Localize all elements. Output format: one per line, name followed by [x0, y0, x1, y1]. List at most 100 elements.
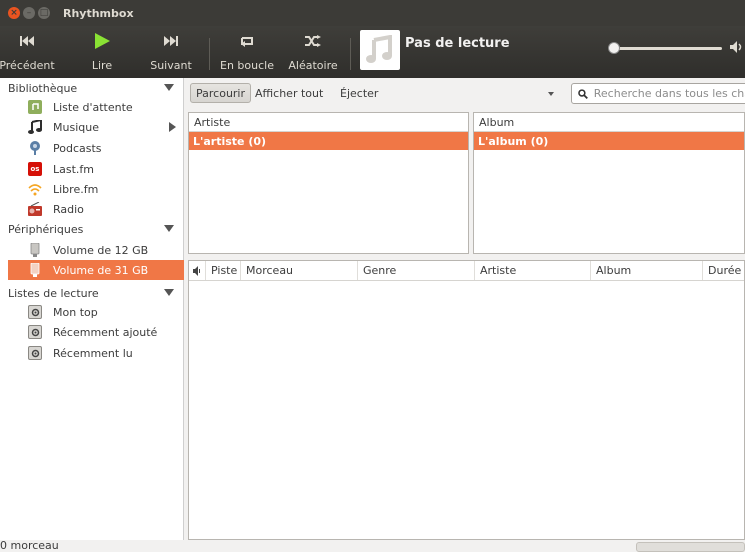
close-window-button[interactable]: ×	[8, 7, 20, 19]
radio-icon	[28, 202, 42, 216]
duration-column-header[interactable]: Durée	[703, 261, 744, 280]
sidebar-item-music[interactable]: Musique	[0, 117, 184, 137]
podcast-icon	[28, 141, 42, 155]
search-icon	[578, 88, 588, 99]
lastfm-icon: os	[28, 162, 42, 176]
play-label: Lire	[91, 59, 113, 72]
sidebar-item-label: Libre.fm	[53, 182, 99, 196]
music-note-icon	[366, 35, 392, 63]
sidebar-item-label: Volume de 31 GB	[53, 263, 149, 277]
track-list-header: Piste Morceau Genre Artiste Album Durée	[189, 261, 744, 281]
sidebar-item-podcasts[interactable]: Podcasts	[0, 138, 184, 158]
artist-browser[interactable]: Artiste L'artiste (0)	[188, 112, 469, 254]
sidebar-item-queue[interactable]: Liste d'attente	[0, 97, 184, 117]
collapse-arrow-icon[interactable]	[164, 225, 174, 232]
source-sidebar: Bibliothèque Liste d'attente Musique Pod…	[0, 78, 184, 540]
next-label: Suivant	[150, 59, 192, 72]
artist-column-header[interactable]: Artiste	[475, 261, 591, 280]
devices-header-label: Périphériques	[8, 222, 84, 236]
sidebar-item-label: Récemment lu	[53, 346, 133, 360]
search-input[interactable]	[593, 87, 745, 100]
playlists-header-label: Listes de lecture	[8, 286, 99, 300]
search-scope-dropdown-icon[interactable]	[548, 92, 554, 96]
sidebar-item-label: Podcasts	[53, 141, 102, 155]
track-number-column-header[interactable]: Piste	[206, 261, 241, 280]
sidebar-item-volume-12gb[interactable]: Volume de 12 GB	[0, 240, 184, 260]
shuffle-label: Aléatoire	[288, 59, 338, 72]
sidebar-item-label: Last.fm	[53, 162, 94, 176]
volume-icon[interactable]	[730, 40, 744, 57]
genre-column-header[interactable]: Genre	[358, 261, 475, 280]
sidebar-item-librefm[interactable]: Libre.fm	[0, 179, 184, 199]
devices-section-header[interactable]: Périphériques	[0, 219, 184, 239]
previous-button[interactable]: Précédent	[0, 32, 55, 72]
play-icon	[94, 32, 110, 50]
album-column-header[interactable]: Album	[591, 261, 703, 280]
skip-back-icon	[20, 32, 34, 50]
collapse-arrow-icon[interactable]	[164, 289, 174, 296]
playlists-section-header[interactable]: Listes de lecture	[0, 283, 184, 303]
browser-toolbar: Parcourir Afficher tout Éjecter	[185, 78, 745, 108]
volume-slider-handle[interactable]	[608, 42, 620, 54]
volume-slider[interactable]	[612, 47, 722, 50]
title-bar: × – □ Rhythmbox	[0, 0, 745, 26]
maximize-window-button[interactable]: □	[38, 7, 50, 19]
search-box[interactable]	[571, 83, 745, 104]
sidebar-item-recently-played[interactable]: Récemment lu	[0, 343, 184, 363]
librefm-icon	[28, 182, 42, 196]
sidebar-item-radio[interactable]: Radio	[0, 199, 184, 219]
sidebar-item-my-top[interactable]: Mon top	[0, 302, 184, 322]
repeat-label: En boucle	[220, 59, 274, 72]
sidebar-item-label: Mon top	[53, 305, 98, 319]
browse-button[interactable]: Parcourir	[190, 83, 252, 103]
sidebar-item-label: Musique	[53, 120, 99, 134]
playing-column-header[interactable]	[189, 261, 206, 280]
horizontal-scrollbar[interactable]	[636, 542, 745, 552]
now-playing-title: Pas de lecture	[405, 36, 510, 51]
repeat-button[interactable]: En boucle	[220, 32, 274, 72]
shuffle-button[interactable]: Aléatoire	[286, 32, 340, 72]
sidebar-item-recently-added[interactable]: Récemment ajouté	[0, 322, 184, 342]
title-column-header[interactable]: Morceau	[241, 261, 358, 280]
track-list[interactable]: Piste Morceau Genre Artiste Album Durée	[188, 260, 745, 540]
window-title: Rhythmbox	[63, 6, 134, 20]
main-content: Parcourir Afficher tout Éjecter Artiste …	[185, 78, 745, 540]
shuffle-icon	[305, 32, 321, 50]
track-count-status: 0 morceau	[0, 539, 59, 552]
toolbar-separator	[209, 38, 210, 70]
usb-drive-icon	[28, 263, 42, 277]
library-section-header[interactable]: Bibliothèque	[0, 78, 184, 98]
play-button[interactable]: Lire	[82, 32, 122, 72]
album-row-all[interactable]: L'album (0)	[474, 132, 744, 150]
previous-label: Précédent	[0, 59, 55, 72]
sidebar-item-label: Radio	[53, 202, 84, 216]
album-column-header[interactable]: Album	[474, 113, 744, 132]
sidebar-item-lastfm[interactable]: os Last.fm	[0, 159, 184, 179]
sidebar-item-label: Volume de 12 GB	[53, 243, 149, 257]
album-browser[interactable]: Album L'album (0)	[473, 112, 745, 254]
artist-row-all[interactable]: L'artiste (0)	[189, 132, 468, 150]
smart-playlist-icon	[28, 346, 42, 360]
sidebar-item-label: Liste d'attente	[53, 100, 133, 114]
minimize-window-button[interactable]: –	[23, 7, 35, 19]
smart-playlist-icon	[28, 325, 42, 339]
status-bar: 0 morceau	[0, 539, 745, 552]
smart-playlist-icon	[28, 305, 42, 319]
repeat-icon	[240, 32, 254, 50]
album-cover-placeholder	[360, 30, 400, 70]
skip-forward-icon	[164, 32, 178, 50]
collapse-arrow-icon[interactable]	[164, 84, 174, 91]
queue-icon	[28, 100, 42, 114]
music-note-icon	[28, 120, 42, 134]
usb-drive-icon	[28, 243, 42, 257]
speaker-icon	[193, 265, 200, 276]
sidebar-item-label: Récemment ajouté	[53, 325, 158, 339]
next-button[interactable]: Suivant	[146, 32, 196, 72]
artist-column-header[interactable]: Artiste	[189, 113, 468, 132]
toolbar-separator	[350, 38, 351, 70]
eject-button[interactable]: Éjecter	[335, 83, 383, 103]
main-toolbar: Précédent Lire Suivant En boucle Aléatoi…	[0, 26, 745, 78]
expand-arrow-icon[interactable]	[169, 122, 176, 132]
show-all-button[interactable]: Afficher tout	[250, 83, 328, 103]
sidebar-item-volume-31gb[interactable]: Volume de 31 GB	[8, 260, 184, 280]
